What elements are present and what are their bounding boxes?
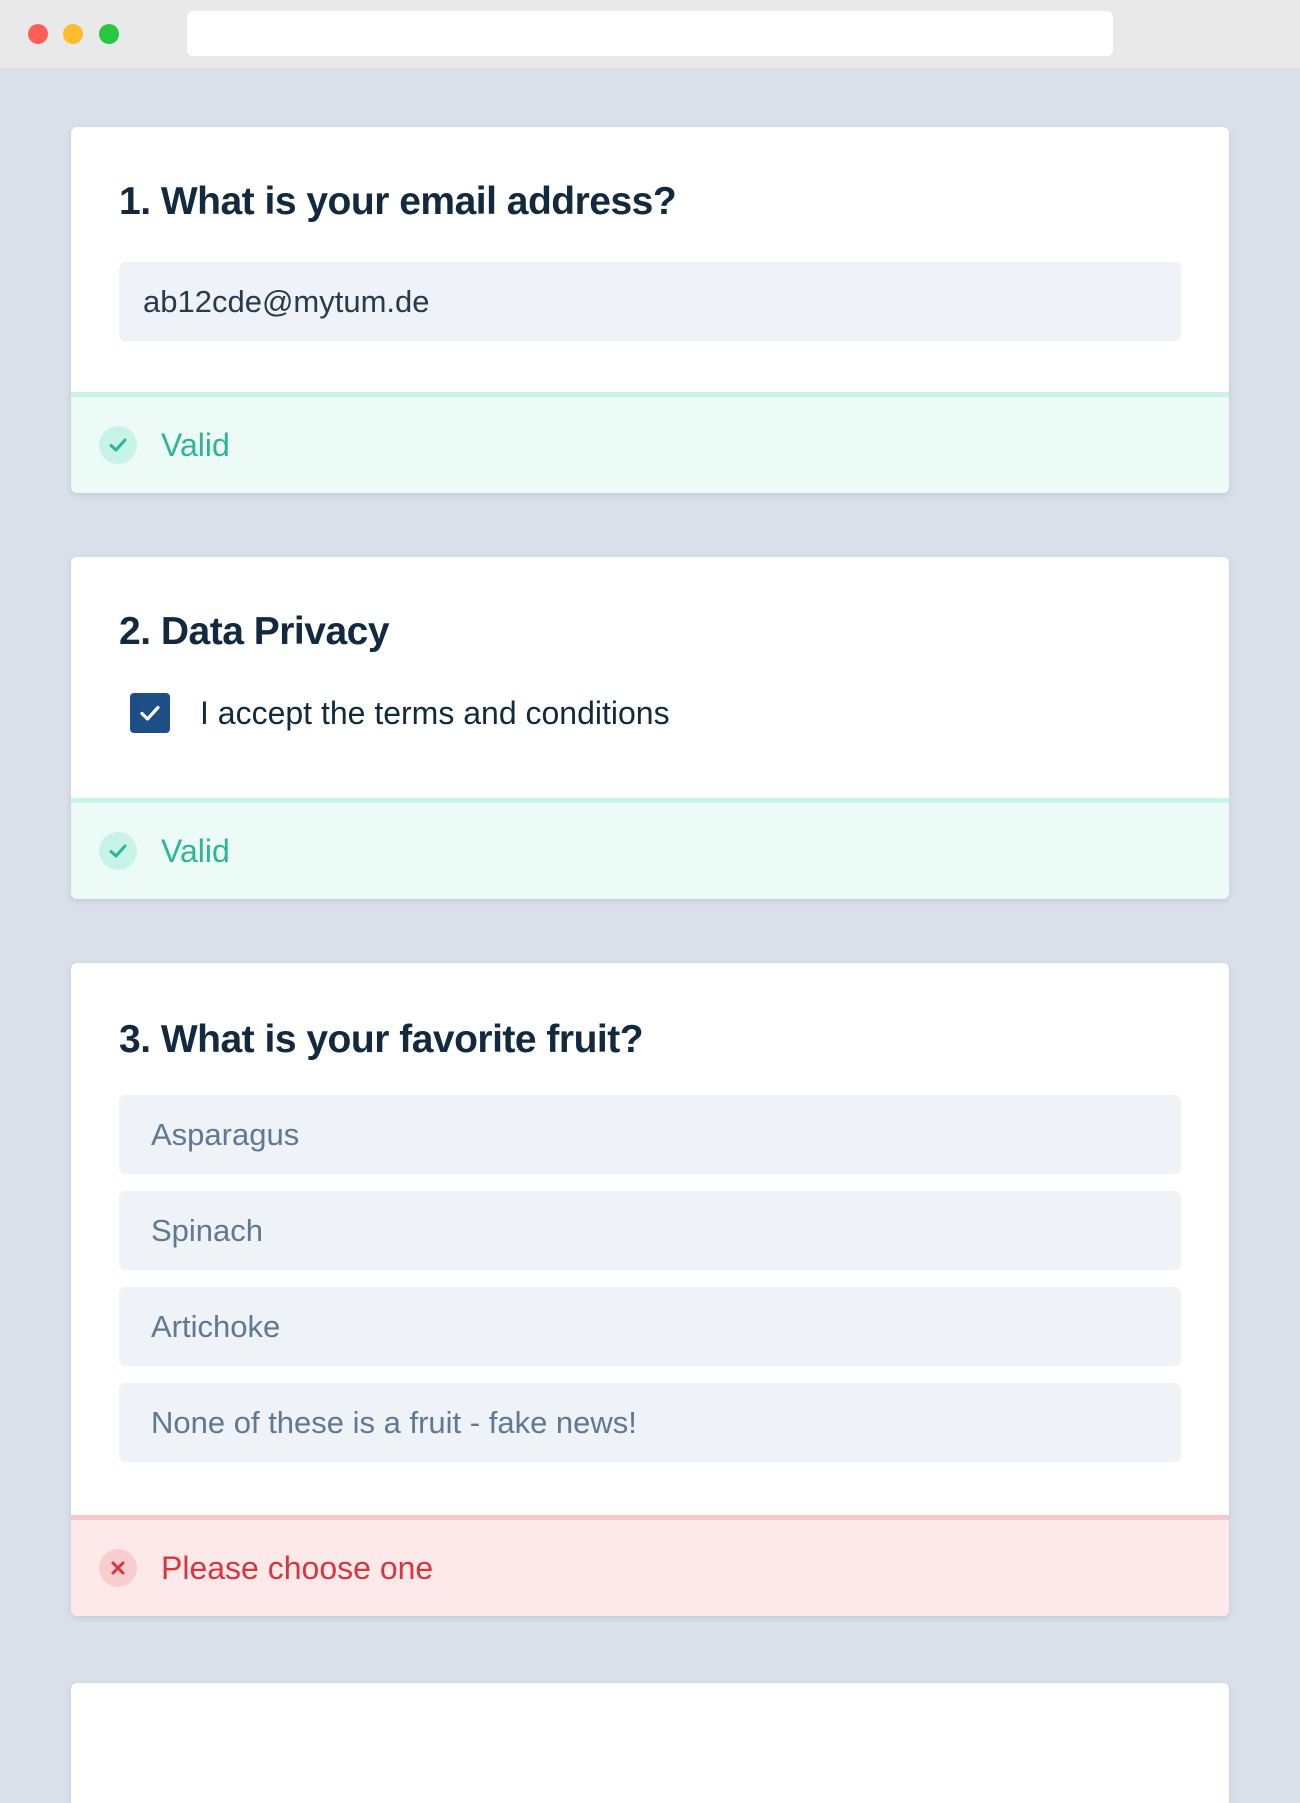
email-field[interactable]: ab12cde@mytum.de bbox=[119, 262, 1181, 341]
validation-message: Valid bbox=[161, 832, 230, 869]
validation-message: Valid bbox=[161, 426, 230, 463]
window-zoom-button[interactable] bbox=[99, 24, 119, 44]
address-bar[interactable] bbox=[187, 11, 1113, 56]
validation-status: Please choose one bbox=[71, 1515, 1229, 1616]
browser-toolbar bbox=[0, 0, 1300, 68]
option-list: Asparagus Spinach Artichoke None of thes… bbox=[119, 1095, 1181, 1462]
question-title: 3. What is your favorite fruit? bbox=[119, 1018, 644, 1061]
validation-message: Please choose one bbox=[161, 1549, 434, 1586]
terms-checkbox[interactable] bbox=[130, 693, 170, 733]
terms-checkbox-label: I accept the terms and conditions bbox=[200, 694, 670, 731]
option-none[interactable]: None of these is a fruit - fake news! bbox=[119, 1383, 1181, 1462]
question-card-fruit: 3. What is your favorite fruit? Asparagu… bbox=[71, 963, 1229, 1616]
window-close-button[interactable] bbox=[28, 24, 48, 44]
question-title: 1. What is your email address? bbox=[119, 180, 677, 223]
question-title: 2. Data Privacy bbox=[119, 610, 390, 653]
question-card-email: 1. What is your email address? ab12cde@m… bbox=[71, 127, 1229, 493]
option-asparagus[interactable]: Asparagus bbox=[119, 1095, 1181, 1174]
validation-status: Valid bbox=[71, 392, 1229, 493]
option-artichoke[interactable]: Artichoke bbox=[119, 1287, 1181, 1366]
window-minimize-button[interactable] bbox=[63, 24, 83, 44]
validation-status: Valid bbox=[71, 798, 1229, 899]
question-card-next bbox=[71, 1683, 1229, 1803]
terms-checkbox-row[interactable]: I accept the terms and conditions bbox=[119, 693, 1181, 733]
check-icon bbox=[99, 426, 137, 464]
check-icon bbox=[99, 832, 137, 870]
question-card-privacy: 2. Data Privacy I accept the terms and c… bbox=[71, 557, 1229, 899]
close-icon bbox=[99, 1549, 137, 1587]
option-spinach[interactable]: Spinach bbox=[119, 1191, 1181, 1270]
